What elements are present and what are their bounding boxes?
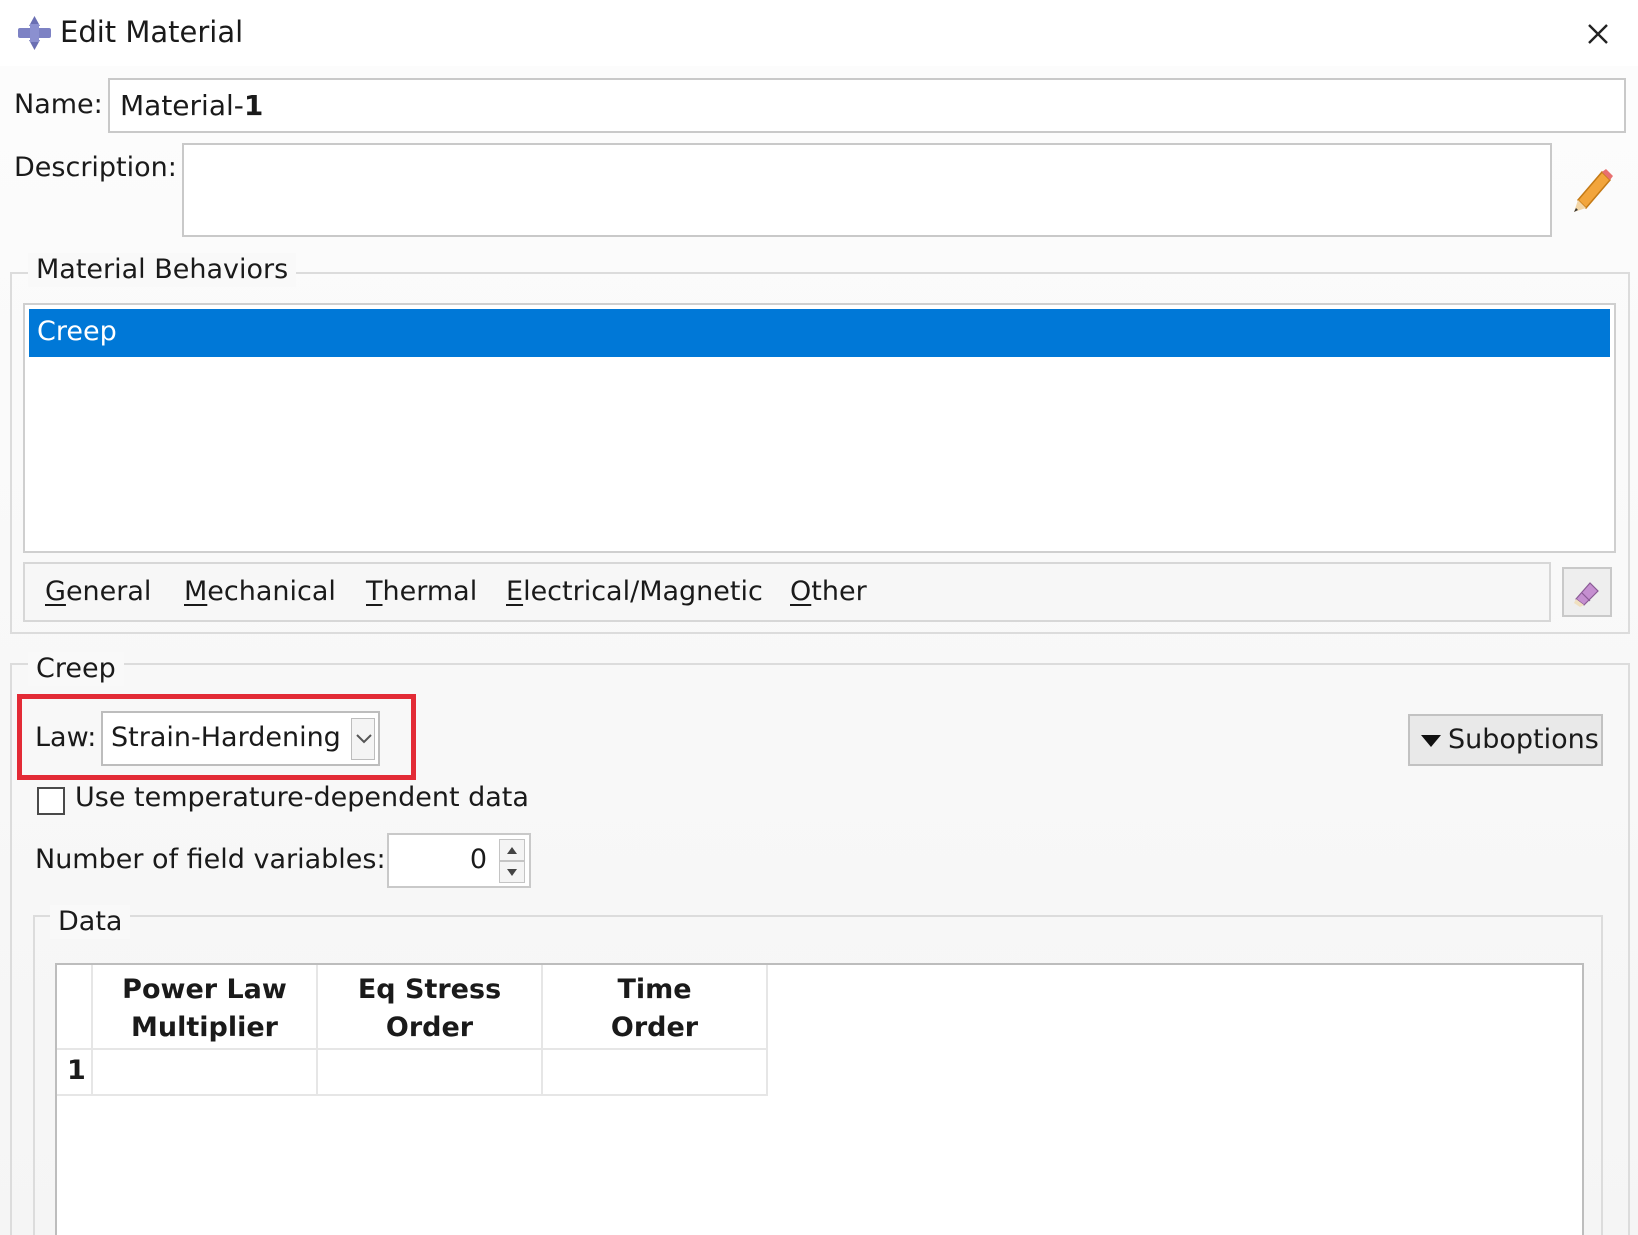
list-item-label: Creep	[37, 316, 117, 347]
stepper-down-icon[interactable]	[499, 861, 525, 883]
menu-item-electrical-magnetic[interactable]: Electrical/Magnetic	[506, 574, 763, 610]
field-variables-label: Number of field variables:	[35, 844, 386, 875]
caret-down-icon	[1421, 735, 1441, 747]
table-row-header: 1	[57, 1050, 93, 1096]
name-input[interactable]: Material-1	[108, 78, 1626, 133]
menu-item-other[interactable]: Other	[790, 574, 867, 610]
field-variables-stepper[interactable]: 0	[387, 833, 531, 888]
column-header-eq-stress-order[interactable]: Eq Stress Order	[318, 965, 543, 1050]
column-header-line: Eq Stress	[357, 974, 502, 1005]
eraser-icon	[1574, 582, 1599, 607]
menu-item-general[interactable]: General	[45, 574, 151, 610]
creep-legend: Creep	[28, 652, 124, 686]
suboptions-button[interactable]: Suboptions	[1408, 714, 1603, 766]
title-bar: Edit Material	[0, 0, 1638, 66]
name-value: Material-1	[120, 89, 264, 122]
column-header-time-order[interactable]: Time Order	[543, 965, 768, 1050]
data-legend: Data	[50, 905, 131, 939]
table-cell[interactable]	[318, 1050, 543, 1096]
data-table[interactable]: Power Law Multiplier Eq Stress Order Tim…	[55, 963, 1584, 1235]
name-label: Name:	[14, 89, 103, 120]
law-highlight-box	[17, 694, 416, 780]
column-header-line: Order	[610, 1012, 699, 1043]
column-header-line: Power Law	[122, 974, 287, 1005]
behavior-category-menu: General Mechanical Thermal Electrical/Ma…	[23, 562, 1551, 622]
column-header-power-law-multiplier[interactable]: Power Law Multiplier	[93, 965, 318, 1050]
menu-item-mechanical[interactable]: Mechanical	[184, 574, 336, 610]
row-number: 1	[67, 1055, 86, 1086]
column-header-line: Multiplier	[131, 1012, 278, 1043]
field-variables-value: 0	[469, 844, 487, 875]
behaviors-list[interactable]: Creep	[23, 303, 1616, 553]
description-label: Description:	[14, 152, 177, 183]
stepper-up-icon[interactable]	[499, 839, 525, 861]
description-input[interactable]	[182, 143, 1552, 237]
temperature-dependent-label: Use temperature-dependent data	[75, 782, 529, 813]
delete-behavior-button[interactable]	[1562, 567, 1612, 617]
table-cell[interactable]	[93, 1050, 318, 1096]
abaqus-logo-icon	[18, 16, 51, 50]
stepper-buttons	[499, 839, 525, 883]
table-cell[interactable]	[543, 1050, 768, 1096]
suboptions-label: Suboptions	[1448, 724, 1599, 755]
close-icon[interactable]	[1578, 14, 1618, 54]
window-title: Edit Material	[60, 15, 244, 49]
temperature-dependent-checkbox[interactable]	[37, 787, 65, 815]
column-header-line: Order	[385, 1012, 474, 1043]
pencil-icon[interactable]	[1568, 166, 1616, 214]
menu-item-thermal[interactable]: Thermal	[366, 574, 477, 610]
column-header-line: Time	[617, 974, 692, 1005]
material-behaviors-legend: Material Behaviors	[28, 253, 297, 287]
list-item[interactable]: Creep	[29, 309, 1610, 357]
table-corner	[57, 965, 93, 1050]
